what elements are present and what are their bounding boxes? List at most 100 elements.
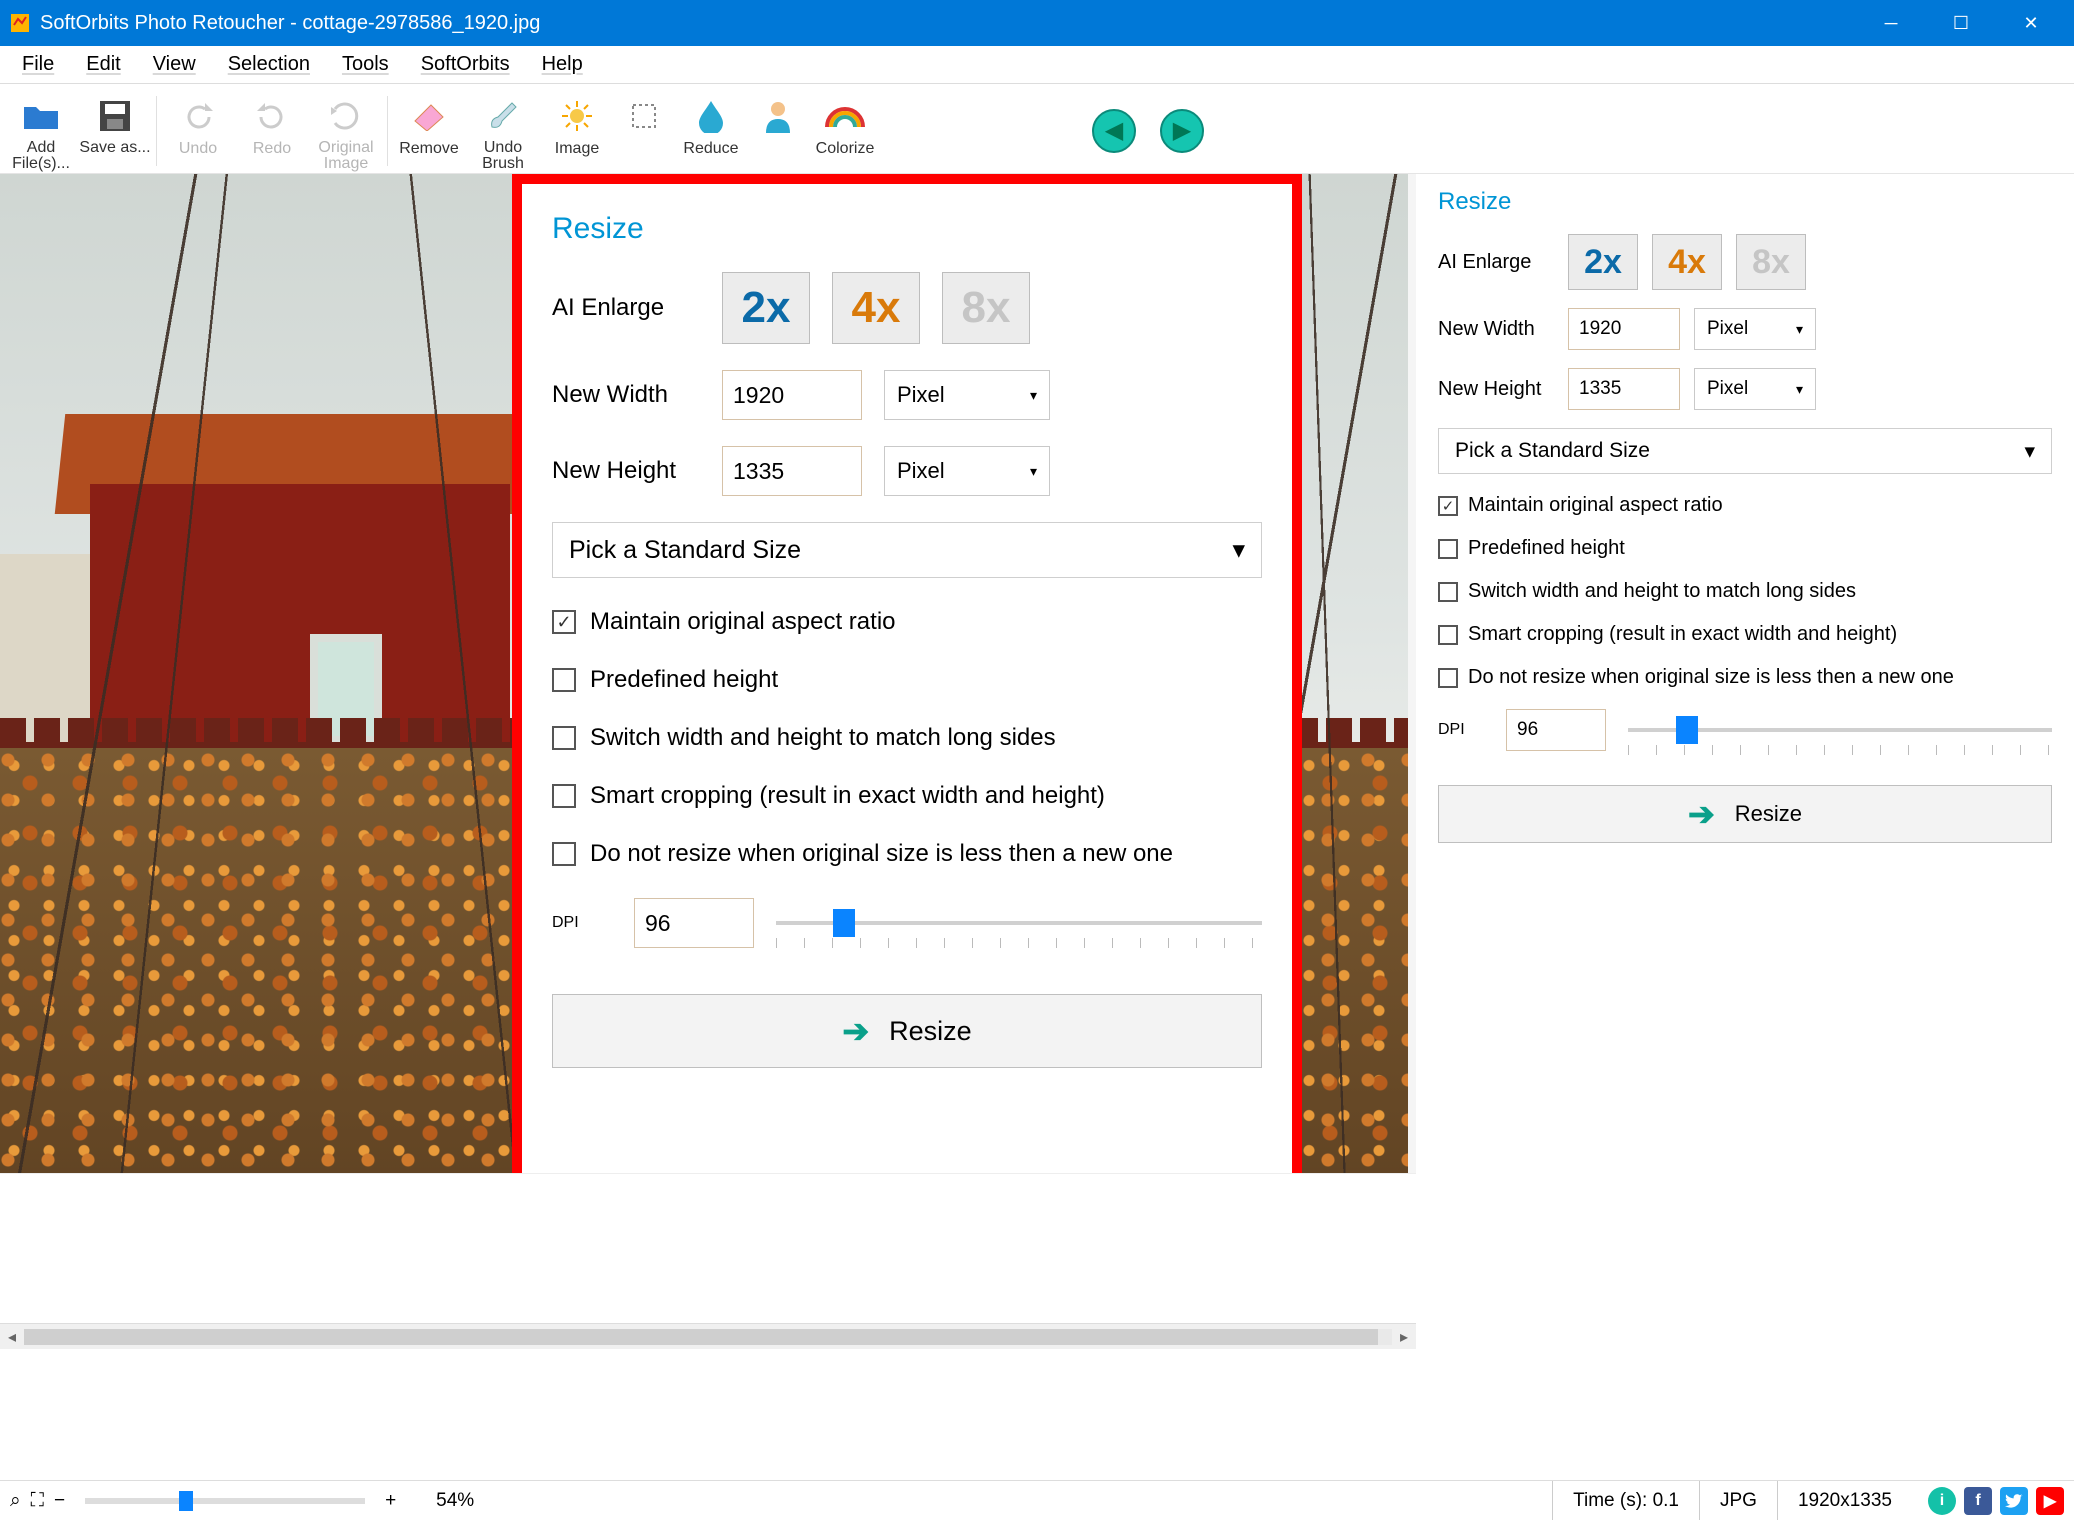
horizontal-scrollbar[interactable]: ◂ ▸ [0, 1323, 1416, 1349]
resize-side-panel: Resize AI Enlarge 2x 4x 8x New Width Pix… [1416, 174, 2074, 1349]
fit-screen-icon[interactable]: ⛶ [31, 1490, 44, 1512]
scroll-right-icon[interactable]: ▸ [1392, 1325, 1416, 1349]
smart-crop-checkbox[interactable]: Smart cropping (result in exact width an… [552, 782, 1262, 810]
save-as-button[interactable]: Save as... [78, 90, 152, 172]
status-format: JPG [1699, 1481, 1777, 1520]
caret-down-icon: ▾ [2024, 439, 2035, 464]
original-image-button[interactable]: Original Image [309, 90, 383, 172]
switch-sides-checkbox[interactable]: Switch width and height to match long si… [552, 724, 1262, 752]
checkbox-icon [552, 668, 576, 692]
resize-panel-highlight: Resize AI Enlarge 2x 4x 8x New Width Pix… [512, 174, 1302, 1262]
checkbox-icon [552, 726, 576, 750]
standard-size-select[interactable]: Pick a Standard Size ▾ [552, 522, 1262, 578]
menu-view[interactable]: View [139, 49, 210, 80]
new-height-label: New Height [1438, 378, 1568, 401]
new-width-input[interactable] [1568, 308, 1680, 350]
crop-button[interactable] [614, 90, 674, 172]
height-unit-select[interactable]: Pixel▾ [1694, 368, 1816, 410]
add-files-button[interactable]: Add File(s)... [4, 90, 78, 172]
status-bar: ⌕ ⛶ − + 54% Time (s): 0.1 JPG 1920x1335 … [0, 1480, 2074, 1520]
menu-tools[interactable]: Tools [328, 49, 403, 80]
status-dimensions: 1920x1335 [1777, 1481, 1912, 1520]
prev-image-button[interactable]: ◀ [1092, 109, 1136, 153]
caret-down-icon: ▾ [1796, 381, 1803, 398]
reduce-button[interactable]: Reduce [674, 90, 748, 172]
width-unit-select[interactable]: Pixel▾ [1694, 308, 1816, 350]
zoom-in-button[interactable]: + [385, 1490, 396, 1512]
smart-crop-checkbox[interactable]: Smart cropping (result in exact width an… [1438, 623, 2052, 646]
enlarge-4x-button[interactable]: 4x [1652, 234, 1722, 290]
new-height-input[interactable] [722, 446, 862, 496]
menu-edit[interactable]: Edit [72, 49, 134, 80]
redo-button[interactable]: Redo [235, 90, 309, 172]
maximize-button[interactable]: ☐ [1926, 0, 1996, 46]
zoom-tool-icon[interactable]: ⌕ [10, 1490, 21, 1512]
twitter-icon[interactable] [2000, 1487, 2028, 1515]
minimize-button[interactable]: ─ [1856, 0, 1926, 46]
window-title: SoftOrbits Photo Retoucher - cottage-297… [40, 12, 1856, 35]
enlarge-4x-button[interactable]: 4x [832, 272, 920, 344]
caret-down-icon: ▾ [1796, 321, 1803, 338]
checkbox-icon [1438, 496, 1458, 516]
original-image-label: Original Image [309, 140, 383, 172]
facebook-icon[interactable]: f [1964, 1487, 1992, 1515]
new-width-input[interactable] [722, 370, 862, 420]
resize-button[interactable]: ➔ Resize [1438, 785, 2052, 843]
width-unit-select[interactable]: Pixel▾ [884, 370, 1050, 420]
menu-help[interactable]: Help [528, 49, 597, 80]
checkbox-icon [552, 610, 576, 634]
image-button[interactable]: Image [540, 90, 614, 172]
arrow-right-icon: ➔ [1688, 795, 1715, 833]
droplet-icon [691, 96, 731, 136]
checkbox-icon [1438, 539, 1458, 559]
redo-icon [252, 96, 292, 136]
caret-down-icon: ▾ [1030, 463, 1037, 480]
height-unit-select[interactable]: Pixel▾ [884, 446, 1050, 496]
no-resize-smaller-checkbox[interactable]: Do not resize when original size is less… [1438, 666, 2052, 689]
dpi-input[interactable] [634, 898, 754, 948]
brush-icon [483, 96, 523, 136]
undo-brush-button[interactable]: Undo Brush [466, 90, 540, 172]
info-icon[interactable]: i [1928, 1487, 1956, 1515]
dpi-label: DPI [1438, 721, 1484, 739]
menu-softorbits[interactable]: SoftOrbits [407, 49, 524, 80]
enlarge-8x-button[interactable]: 8x [942, 272, 1030, 344]
resize-title: Resize [1438, 188, 2052, 216]
dpi-slider[interactable] [776, 908, 1262, 938]
face-button[interactable] [748, 90, 808, 172]
enlarge-8x-button[interactable]: 8x [1736, 234, 1806, 290]
resize-button[interactable]: ➔ Resize [552, 994, 1262, 1068]
next-image-button[interactable]: ▶ [1160, 109, 1204, 153]
colorize-button[interactable]: Colorize [808, 90, 882, 172]
maintain-aspect-checkbox[interactable]: Maintain original aspect ratio [1438, 494, 2052, 517]
youtube-icon[interactable]: ▶ [2036, 1487, 2064, 1515]
canvas-pane: Resize AI Enlarge 2x 4x 8x New Width Pix… [0, 174, 1416, 1349]
enlarge-2x-button[interactable]: 2x [722, 272, 810, 344]
zoom-percent: 54% [436, 1490, 474, 1512]
folder-icon [21, 96, 61, 136]
predefined-height-checkbox[interactable]: Predefined height [1438, 537, 2052, 560]
undo-button[interactable]: Undo [161, 90, 235, 172]
remove-button[interactable]: Remove [392, 90, 466, 172]
caret-down-icon: ▾ [1030, 387, 1037, 404]
enlarge-2x-button[interactable]: 2x [1568, 234, 1638, 290]
menu-file[interactable]: File [8, 49, 68, 80]
maintain-aspect-checkbox[interactable]: Maintain original aspect ratio [552, 608, 1262, 636]
no-resize-smaller-checkbox[interactable]: Do not resize when original size is less… [552, 840, 1262, 868]
scroll-left-icon[interactable]: ◂ [0, 1325, 24, 1349]
new-height-input[interactable] [1568, 368, 1680, 410]
ai-enlarge-label: AI Enlarge [1438, 251, 1568, 274]
new-width-label: New Width [1438, 318, 1568, 341]
menu-selection[interactable]: Selection [214, 49, 324, 80]
dpi-input[interactable] [1506, 709, 1606, 751]
sun-icon [557, 96, 597, 136]
person-icon [758, 96, 798, 136]
zoom-out-button[interactable]: − [54, 1490, 65, 1512]
predefined-height-checkbox[interactable]: Predefined height [552, 666, 1262, 694]
menu-bar: File Edit View Selection Tools SoftOrbit… [0, 46, 2074, 84]
standard-size-select[interactable]: Pick a Standard Size ▾ [1438, 428, 2052, 474]
switch-sides-checkbox[interactable]: Switch width and height to match long si… [1438, 580, 2052, 603]
dpi-slider[interactable] [1628, 715, 2052, 745]
close-button[interactable]: ✕ [1996, 0, 2066, 46]
zoom-slider[interactable] [85, 1498, 365, 1504]
